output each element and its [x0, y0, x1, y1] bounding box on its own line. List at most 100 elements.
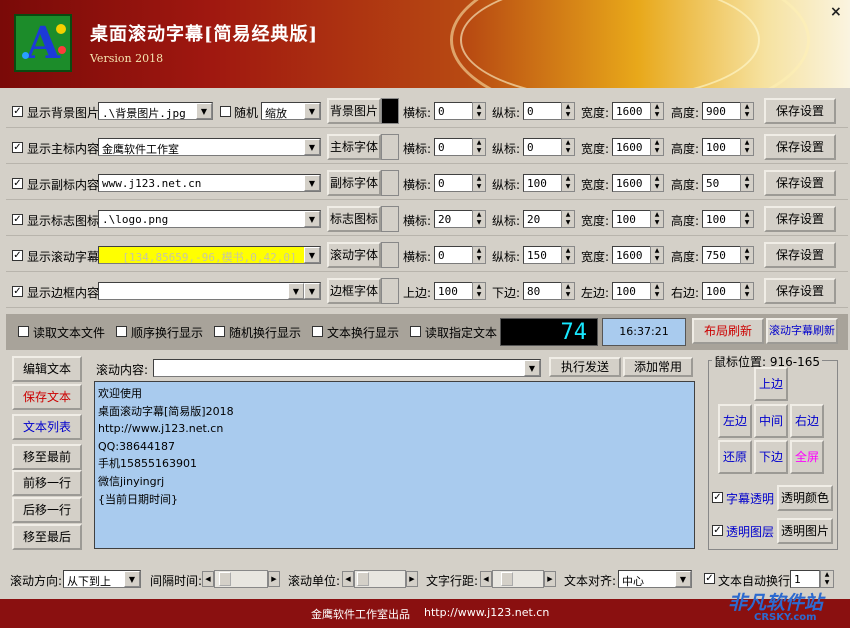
row-checkbox[interactable]: ✓	[12, 106, 23, 117]
transparent-image-button[interactable]: 透明图片	[777, 518, 833, 544]
spinner[interactable]: ▲ ▼	[561, 210, 575, 228]
field-value[interactable]: 100	[612, 282, 652, 300]
spinner[interactable]: ▲ ▼	[650, 210, 664, 228]
layout-refresh-button[interactable]: 布局刷新	[692, 318, 764, 344]
color-swatch[interactable]	[381, 170, 399, 196]
field-value[interactable]: 0	[523, 138, 563, 156]
pos-reset-button[interactable]: 还原	[718, 440, 752, 474]
field-value[interactable]: 100	[612, 210, 652, 228]
pos-up-button[interactable]: 上边	[754, 367, 788, 401]
sidebar-button[interactable]: 后移一行	[12, 497, 82, 523]
scroll-text-area[interactable]: 欢迎使用 桌面滚动字幕[简易版]2018 http://www.j123.net.c…	[94, 381, 695, 549]
spinner[interactable]: ▲ ▼	[472, 174, 486, 192]
color-swatch[interactable]	[381, 242, 399, 268]
layer-checkbox[interactable]: ✓	[712, 525, 723, 536]
spinner[interactable]: ▲ ▼	[561, 282, 575, 300]
spacing-slider[interactable]	[492, 570, 544, 588]
chevron-down-icon[interactable]: ▼	[304, 247, 320, 263]
chevron-down-icon[interactable]: ▼	[124, 571, 140, 587]
unit-left-arrow[interactable]: ◀	[342, 571, 354, 587]
save-settings-button[interactable]: 保存设置	[764, 242, 836, 268]
field-value[interactable]: 1600	[612, 174, 652, 192]
unit-right-arrow[interactable]: ▶	[406, 571, 418, 587]
color-swatch[interactable]	[381, 98, 399, 124]
sidebar-button[interactable]: 移至最前	[12, 444, 82, 470]
row-value[interactable]: www.j123.net.cn	[98, 174, 321, 192]
row-checkbox[interactable]: ✓	[12, 214, 23, 225]
add-common-button[interactable]: 添加常用	[623, 357, 693, 377]
field-value[interactable]: 0	[434, 174, 474, 192]
spinner[interactable]: ▲ ▼	[472, 282, 486, 300]
row-font-button[interactable]: 滚动字体	[327, 242, 381, 268]
save-settings-button[interactable]: 保存设置	[764, 98, 836, 124]
field-value[interactable]: 0	[434, 138, 474, 156]
field-value[interactable]: 100	[702, 138, 742, 156]
row-font-button[interactable]: 边框字体	[327, 278, 381, 304]
send-button[interactable]: 执行发送	[549, 357, 621, 377]
chevron-down-icon[interactable]: ▼	[304, 139, 320, 155]
interval-slider[interactable]	[214, 570, 268, 588]
interval-left-arrow[interactable]: ◀	[202, 571, 214, 587]
field-value[interactable]: 100	[523, 174, 563, 192]
spinner[interactable]: ▲ ▼	[472, 138, 486, 156]
spinner[interactable]: ▲ ▼	[472, 210, 486, 228]
color-swatch[interactable]	[381, 134, 399, 160]
spinner[interactable]: ▲ ▼	[650, 102, 664, 120]
sidebar-button[interactable]: 保存文本	[12, 384, 82, 410]
sidebar-button[interactable]: 移至最后	[12, 524, 82, 550]
field-value[interactable]: 0	[434, 246, 474, 264]
row-font-button[interactable]: 背景图片	[327, 98, 381, 124]
transparent-color-button[interactable]: 透明颜色	[777, 485, 833, 511]
save-settings-button[interactable]: 保存设置	[764, 278, 836, 304]
field-value[interactable]: 0	[523, 102, 563, 120]
random-checkbox[interactable]	[220, 106, 231, 117]
row-font-button[interactable]: 主标字体	[327, 134, 381, 160]
save-settings-button[interactable]: 保存设置	[764, 134, 836, 160]
field-value[interactable]: 20	[434, 210, 474, 228]
spinner[interactable]: ▲ ▼	[472, 246, 486, 264]
row-value[interactable]: [134,85659,-96,模书,0,42,0]	[98, 246, 321, 264]
scroll-refresh-button[interactable]: 滚动字幕刷新	[766, 318, 838, 344]
pos-right-button[interactable]: 右边	[790, 404, 824, 438]
field-value[interactable]: 1600	[612, 102, 652, 120]
pos-full-button[interactable]: 全屏	[790, 440, 824, 474]
row-checkbox[interactable]: ✓	[12, 286, 23, 297]
field-value[interactable]: 900	[702, 102, 742, 120]
field-value[interactable]: 750	[702, 246, 742, 264]
row-font-button[interactable]: 标志图标	[327, 206, 381, 232]
option-checkbox[interactable]	[312, 326, 323, 337]
spinner[interactable]: ▲ ▼	[740, 246, 754, 264]
spinner[interactable]: ▲ ▼	[650, 282, 664, 300]
row-value[interactable]: 金鹰软件工作室	[98, 138, 321, 156]
pos-left-button[interactable]: 左边	[718, 404, 752, 438]
field-value[interactable]: 80	[523, 282, 563, 300]
spacing-right-arrow[interactable]: ▶	[544, 571, 556, 587]
field-value[interactable]: 100	[434, 282, 474, 300]
spinner[interactable]: ▲ ▼	[740, 102, 754, 120]
spinner[interactable]: ▲ ▼	[740, 138, 754, 156]
row-checkbox[interactable]: ✓	[12, 178, 23, 189]
option-checkbox[interactable]	[116, 326, 127, 337]
sidebar-button[interactable]: 编辑文本	[12, 356, 82, 382]
field-value[interactable]: 150	[523, 246, 563, 264]
chevron-down-icon[interactable]: ▼	[675, 571, 691, 587]
field-value[interactable]: 1600	[612, 246, 652, 264]
spinner[interactable]: ▲ ▼	[561, 102, 575, 120]
spinner[interactable]: ▲ ▼	[740, 210, 754, 228]
spinner[interactable]: ▲ ▼	[561, 246, 575, 264]
transparent-checkbox[interactable]: ✓	[712, 492, 723, 503]
chevron-down-icon[interactable]: ▼	[304, 103, 320, 119]
field-value[interactable]: 50	[702, 174, 742, 192]
chevron-down-icon[interactable]: ▼	[524, 360, 540, 376]
option-checkbox[interactable]	[18, 326, 29, 337]
spinner[interactable]: ▲ ▼	[650, 138, 664, 156]
sidebar-button[interactable]: 前移一行	[12, 470, 82, 496]
spinner[interactable]: ▲ ▼	[561, 138, 575, 156]
field-value[interactable]: 100	[702, 210, 742, 228]
close-icon[interactable]: ×	[830, 4, 842, 20]
spinner[interactable]: ▲ ▼	[472, 102, 486, 120]
field-value[interactable]: 100	[702, 282, 742, 300]
row-value[interactable]: .\logo.png	[98, 210, 321, 228]
pos-down-button[interactable]: 下边	[754, 440, 788, 474]
content-input[interactable]	[153, 359, 541, 377]
